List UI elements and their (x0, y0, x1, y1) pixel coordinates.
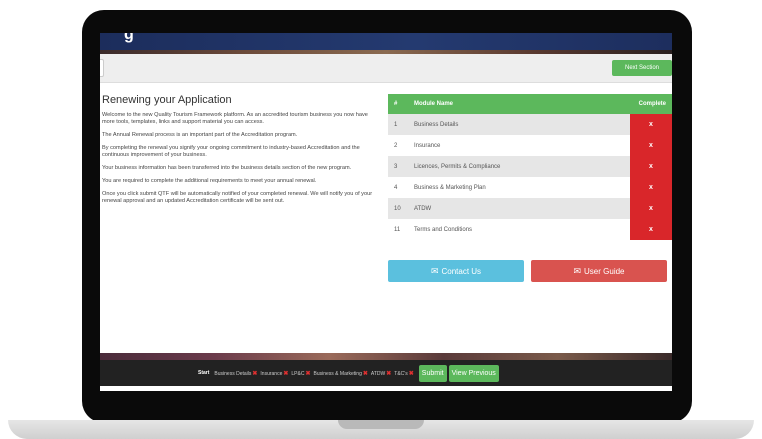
row-module-name[interactable]: Business Details (408, 114, 630, 135)
page-title: Renewing your Application (102, 94, 232, 106)
row-num: 4 (388, 177, 408, 198)
incomplete-icon: x (630, 135, 672, 156)
laptop-notch (338, 420, 424, 429)
row-num: 1 (388, 114, 408, 135)
header-module-name: Module Name (408, 94, 630, 114)
step-start[interactable]: Start (198, 370, 209, 376)
envelope-icon: ✉ (573, 265, 582, 276)
row-module-name[interactable]: Insurance (408, 135, 630, 156)
header-num: # (388, 94, 408, 114)
intro-text: Welcome to the new Quality Tourism Frame… (102, 112, 378, 211)
envelope-icon: ✉ (430, 265, 439, 276)
table-row[interactable]: 11 Terms and Conditions x (388, 219, 672, 240)
table-row[interactable]: 10 ATDW x (388, 198, 672, 219)
step-label: Insurance (260, 370, 283, 377)
header-complete: Complete (630, 94, 672, 114)
cross-icon: ✖ (386, 370, 392, 377)
table-row[interactable]: 4 Business & Marketing Plan x (388, 177, 672, 198)
table-row[interactable]: 1 Business Details x (388, 114, 672, 135)
screen: g Next Section Renewing your Application… (100, 33, 672, 391)
module-table: # Module Name Complete 1 Business Detail… (388, 94, 672, 240)
user-guide-button[interactable]: ✉ User Guide (531, 260, 667, 282)
intro-paragraph: By completing the renewal you signify yo… (102, 145, 360, 158)
toolbar-input[interactable] (100, 59, 104, 77)
intro-paragraph: Once you click submit QTF will be automa… (102, 191, 373, 204)
step-lpc[interactable]: LP&C✖ (291, 370, 310, 377)
step-label: Business & Marketing (313, 370, 362, 377)
user-guide-label: User Guide (584, 266, 625, 276)
step-tcs[interactable]: T&C's✖ (394, 370, 414, 377)
step-business-details[interactable]: Business Details✖ (214, 370, 257, 377)
header-title-fragment: g (124, 33, 134, 43)
step-business-marketing[interactable]: Business & Marketing✖ (314, 370, 368, 377)
intro-paragraph: The Annual Renewal process is an importa… (102, 132, 298, 138)
contact-us-button[interactable]: ✉ Contact Us (388, 260, 524, 282)
toolbar: Next Section (100, 54, 672, 83)
step-label: Business Details (214, 370, 252, 377)
cross-icon: ✖ (283, 370, 289, 377)
footer-nav-bar: Start Business Details✖ Insurance✖ LP&C✖… (100, 360, 672, 386)
view-previous-button[interactable]: View Previous (448, 364, 499, 382)
row-module-name[interactable]: ATDW (408, 198, 630, 219)
intro-paragraph: You are required to complete the additio… (102, 178, 317, 184)
row-num: 10 (388, 198, 408, 219)
cross-icon: ✖ (305, 370, 311, 377)
row-module-name[interactable]: Business & Marketing Plan (408, 177, 630, 198)
table-row[interactable]: 2 Insurance x (388, 135, 672, 156)
row-module-name[interactable]: Terms and Conditions (408, 219, 630, 240)
step-atdw[interactable]: ATDW✖ (371, 370, 391, 377)
cross-icon: ✖ (362, 370, 368, 377)
cross-icon: ✖ (408, 370, 414, 377)
next-section-button[interactable]: Next Section (612, 60, 672, 76)
contact-us-label: Contact Us (441, 266, 482, 276)
incomplete-icon: x (630, 198, 672, 219)
row-module-name[interactable]: Licences, Permits & Compliance (408, 156, 630, 177)
table-row[interactable]: 3 Licences, Permits & Compliance x (388, 156, 672, 177)
page-bottom (100, 386, 672, 391)
cross-icon: ✖ (252, 370, 258, 377)
incomplete-icon: x (630, 177, 672, 198)
incomplete-icon: x (630, 156, 672, 177)
row-num: 11 (388, 219, 408, 240)
table-header-row: # Module Name Complete (388, 94, 672, 114)
intro-paragraph: Your business information has been trans… (102, 165, 352, 171)
step-insurance[interactable]: Insurance✖ (260, 370, 288, 377)
step-label: ATDW (370, 370, 386, 377)
footer-steps: Start Business Details✖ Insurance✖ LP&C✖… (198, 360, 499, 386)
step-label: LP&C (291, 370, 305, 377)
row-num: 2 (388, 135, 408, 156)
submit-button[interactable]: Submit (418, 364, 447, 382)
incomplete-icon: x (630, 114, 672, 135)
step-label: T&C's (394, 370, 408, 377)
intro-paragraph: Welcome to the new Quality Tourism Frame… (102, 112, 368, 125)
incomplete-icon: x (630, 219, 672, 240)
row-num: 3 (388, 156, 408, 177)
